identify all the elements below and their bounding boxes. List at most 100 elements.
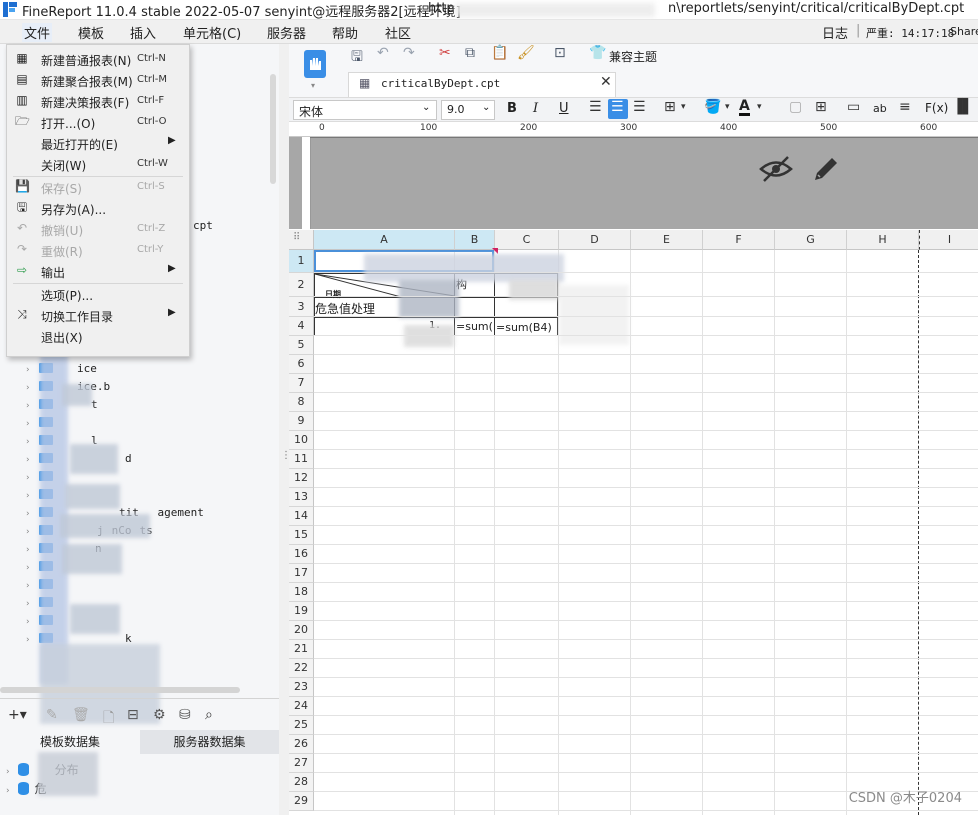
row-header[interactable]: 19 xyxy=(289,602,314,621)
copy-icon[interactable]: ⧉ xyxy=(465,45,475,61)
menu-community[interactable]: 社区 xyxy=(383,23,413,42)
expand-arrow-icon[interactable]: › xyxy=(25,509,35,519)
expand-arrow-icon[interactable]: › xyxy=(25,365,35,375)
font-family-select[interactable]: 宋体 ⌄ xyxy=(293,100,437,120)
search-icon[interactable]: ⌕ xyxy=(205,707,213,723)
row-header[interactable]: 29 xyxy=(289,792,314,811)
database-icon[interactable]: ⛁ xyxy=(179,707,191,723)
row-header[interactable]: 20 xyxy=(289,621,314,640)
expand-arrow-icon[interactable]: › xyxy=(25,617,35,627)
preview-icon[interactable]: 🗋 xyxy=(103,707,114,731)
menu-item-export[interactable]: ⇨ 输出 ▶ xyxy=(7,261,189,281)
row-header[interactable]: 25 xyxy=(289,716,314,735)
menu-item-options[interactable]: 选项(P)... xyxy=(7,284,189,304)
column-header-e[interactable]: E xyxy=(631,230,703,250)
row-header[interactable]: 9 xyxy=(289,412,314,431)
menu-template[interactable]: 模板 xyxy=(76,23,106,42)
designer-mode-icon[interactable] xyxy=(304,50,326,78)
column-header-g[interactable]: G xyxy=(775,230,847,250)
expand-arrow-icon[interactable]: › xyxy=(25,455,35,465)
fill-color-icon[interactable]: 🪣 xyxy=(704,99,721,115)
row-header[interactable]: 13 xyxy=(289,488,314,507)
row-header[interactable]: 1 xyxy=(289,250,314,273)
expand-arrow-icon[interactable]: › xyxy=(25,383,35,393)
chevron-down-icon[interactable]: ▾ xyxy=(757,102,762,112)
expand-arrow-icon[interactable]: › xyxy=(25,473,35,483)
align-right-icon[interactable]: ☰ xyxy=(633,99,646,115)
expand-arrow-icon[interactable]: › xyxy=(25,527,35,537)
expand-arrow-icon[interactable]: › xyxy=(6,767,10,777)
add-dataset-icon[interactable]: +▾ xyxy=(8,707,27,723)
menu-server[interactable]: 服务器 xyxy=(265,23,308,42)
log-button[interactable]: 日志 xyxy=(822,23,848,42)
splitter[interactable] xyxy=(279,44,289,815)
cut-icon[interactable]: ✂ xyxy=(439,45,451,61)
paste-icon[interactable]: 📋 xyxy=(491,45,508,61)
status-severe[interactable]: 严重: 14:17:18 xyxy=(866,25,954,41)
row-header[interactable]: 28 xyxy=(289,773,314,792)
expand-arrow-icon[interactable]: › xyxy=(25,545,35,555)
format-brush-icon[interactable]: 🖌 xyxy=(517,45,535,61)
column-header-b[interactable]: B xyxy=(455,230,495,250)
tree-hscrollbar[interactable] xyxy=(0,687,240,693)
text-tool[interactable]: ab xyxy=(873,102,887,115)
column-header-f[interactable]: F xyxy=(703,230,775,250)
column-header-d[interactable]: D xyxy=(559,230,631,250)
theme-shirt-icon[interactable]: 👕 xyxy=(589,45,606,61)
row-header[interactable]: 23 xyxy=(289,678,314,697)
preview-icon[interactable]: ⊡ xyxy=(554,45,566,61)
menu-help[interactable]: 帮助 xyxy=(330,23,360,42)
menu-item-exit[interactable]: 退出(X) xyxy=(7,326,189,346)
menu-item-new-report[interactable]: ▦ 新建普通报表(N) Ctrl-N xyxy=(7,49,189,69)
row-header[interactable]: 21 xyxy=(289,640,314,659)
font-size-select[interactable]: 9.0 ⌄ xyxy=(441,100,495,120)
row-header[interactable]: 2 xyxy=(289,273,314,297)
table-grid-icon[interactable]: ⊞ xyxy=(815,99,827,115)
menu-item-undo[interactable]: ↶ 撤销(U) Ctrl-Z xyxy=(7,219,189,239)
menu-item-recent[interactable]: 最近打开的(E) ▶ xyxy=(7,133,189,153)
menu-item-switch-dir[interactable]: ⤨ 切换工作目录 ▶ xyxy=(7,305,189,325)
row-header[interactable]: 5 xyxy=(289,336,314,355)
column-header-i[interactable]: I xyxy=(919,230,978,250)
hide-eye-icon[interactable] xyxy=(759,154,793,184)
chevron-down-icon[interactable]: ▾ xyxy=(725,102,730,112)
row-header[interactable]: 3 xyxy=(289,297,314,317)
wrap-text-icon[interactable]: ≡ xyxy=(899,99,911,115)
freeze-icon[interactable]: ▢ xyxy=(789,99,802,115)
menu-item-redo[interactable]: ↷ 重做(R) Ctrl-Y xyxy=(7,240,189,260)
row-header[interactable]: 7 xyxy=(289,374,314,393)
row-header[interactable]: 24 xyxy=(289,697,314,716)
menu-item-save[interactable]: 💾 保存(S) Ctrl-S xyxy=(7,177,189,197)
row-header[interactable]: 12 xyxy=(289,469,314,488)
expand-arrow-icon[interactable]: › xyxy=(25,437,35,447)
edit-pencil-icon[interactable] xyxy=(811,154,841,184)
tab-criticalbydept[interactable]: ▦ criticalByDept.cpt xyxy=(348,72,616,97)
row-header[interactable]: 8 xyxy=(289,393,314,412)
expand-arrow-icon[interactable]: › xyxy=(25,599,35,609)
row-header[interactable]: 17 xyxy=(289,564,314,583)
menu-item-new-aggregate[interactable]: ▤ 新建聚合报表(M) Ctrl-M xyxy=(7,70,189,90)
save-icon[interactable]: 🖫 xyxy=(351,46,363,70)
cell-a3[interactable]: 危急值处理 xyxy=(315,300,375,317)
row-header[interactable]: 6 xyxy=(289,355,314,374)
column-header-h[interactable]: H xyxy=(847,230,919,250)
border-icon[interactable]: ⊞ xyxy=(664,99,676,115)
menu-item-new-decision[interactable]: ▥ 新建决策报表(F) Ctrl-F xyxy=(7,91,189,111)
delete-icon[interactable]: 🗑 xyxy=(72,707,90,723)
redo-icon[interactable]: ↷ xyxy=(403,45,415,61)
row-header[interactable]: 4 xyxy=(289,317,314,336)
merge-icon[interactable]: ▭ xyxy=(847,99,860,115)
menu-cell[interactable]: 单元格(C) xyxy=(181,23,243,42)
share-button[interactable]: Share xyxy=(950,25,978,38)
tab-template-datasets[interactable]: 模板数据集 xyxy=(0,730,140,754)
italic-button[interactable]: I xyxy=(533,101,538,116)
edit-icon[interactable]: ✎ xyxy=(46,707,58,723)
expand-arrow-icon[interactable]: › xyxy=(25,635,35,645)
edit-param-icon[interactable]: ⊟ xyxy=(127,707,139,723)
row-header[interactable]: 27 xyxy=(289,754,314,773)
chevron-down-icon[interactable]: ▾ xyxy=(681,102,686,112)
menu-file[interactable]: 文件 xyxy=(22,23,53,42)
cell-b4[interactable]: =sum( xyxy=(456,320,494,333)
row-header[interactable]: 15 xyxy=(289,526,314,545)
row-header[interactable]: 14 xyxy=(289,507,314,526)
